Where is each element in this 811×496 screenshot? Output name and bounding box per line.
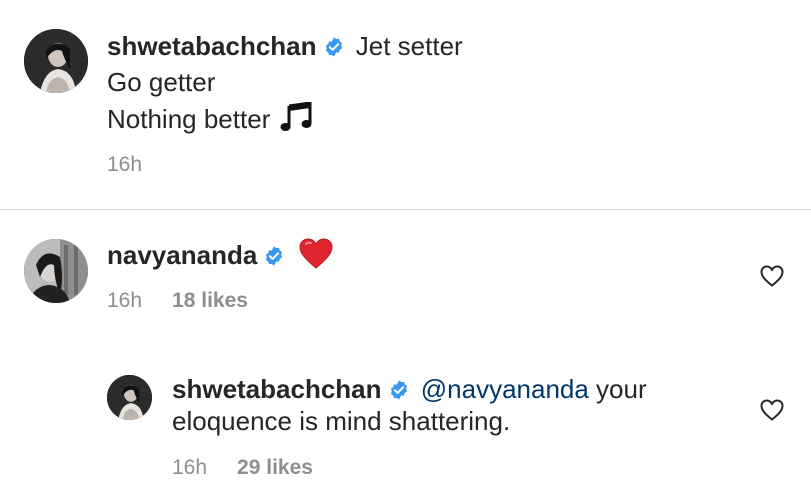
comment-1-text-line-1: Jet setter — [355, 31, 463, 61]
music-notes-icon — [280, 102, 312, 131]
comment-2-likes[interactable]: 18 likes — [172, 289, 248, 312]
reply-text-part-1: your — [588, 374, 647, 404]
reply-mention-link[interactable]: @navyananda — [421, 374, 589, 404]
reply-username[interactable]: shwetabachchan — [172, 374, 382, 404]
reply-likes[interactable]: 29 likes — [237, 456, 313, 479]
comment-2-username[interactable]: navyananda — [107, 240, 257, 270]
like-heart-icon[interactable] — [760, 399, 784, 421]
verified-badge-icon — [390, 380, 407, 400]
comment-2-time[interactable]: 16h — [107, 289, 142, 312]
reply-text-part-2: eloquence is mind shattering. — [172, 406, 511, 436]
like-heart-icon[interactable] — [760, 265, 784, 287]
comment-1-time[interactable]: 16h — [107, 153, 142, 176]
comment-1-username[interactable]: shwetabachchan — [107, 31, 317, 61]
avatar-shwetabachchan-reply[interactable] — [107, 375, 152, 420]
comment-1-text-line-2: Go getter — [107, 67, 216, 97]
divider — [0, 209, 811, 210]
avatar-shwetabachchan[interactable] — [24, 29, 88, 93]
comments-view: shwetabachchan Jet setter Go getter Noth… — [0, 0, 811, 496]
verified-badge-icon — [325, 37, 342, 57]
comment-1-meta: 16h — [107, 153, 142, 177]
comment-1-line-3: Nothing better — [107, 102, 314, 135]
reply-line-1: shwetabachchan @navyananda your — [172, 373, 647, 405]
red-heart-icon — [299, 238, 333, 269]
comment-2-meta: 16h 18 likes — [107, 289, 248, 313]
reply-time[interactable]: 16h — [172, 456, 207, 479]
reply-meta: 16h 29 likes — [172, 456, 313, 480]
verified-badge-icon — [266, 246, 283, 266]
avatar-navyananda[interactable] — [24, 239, 88, 303]
comment-1-text-line-3: Nothing better — [107, 104, 271, 134]
comment-2-line-1: navyananda — [107, 238, 333, 271]
comment-1-line-1: shwetabachchan Jet setter — [107, 30, 463, 62]
